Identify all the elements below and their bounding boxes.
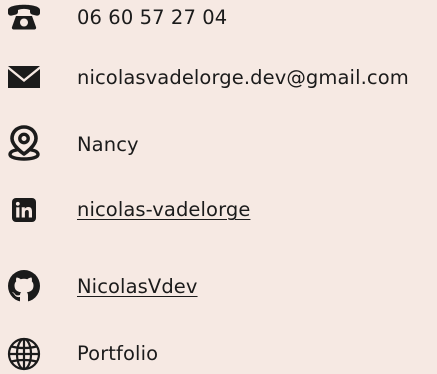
contact-github[interactable]: NicolasVdev [0, 266, 437, 306]
linkedin-icon[interactable] [6, 192, 42, 228]
globe-icon[interactable] [6, 336, 42, 372]
city: Nancy [77, 133, 139, 156]
map-pin-icon [6, 125, 42, 161]
github-icon[interactable] [6, 268, 42, 304]
phone-number: 06 60 57 27 04 [77, 6, 228, 29]
email-address: nicolasvadelorge.dev@gmail.com [77, 66, 409, 89]
contact-linkedin[interactable]: nicolas-vadelorge [0, 190, 437, 230]
contact-portfolio[interactable]: Portfolio [0, 334, 437, 374]
phone-icon [6, 0, 42, 34]
linkedin-link[interactable]: nicolas-vadelorge [77, 200, 250, 220]
envelope-icon [6, 59, 42, 95]
portfolio-link[interactable]: Portfolio [77, 344, 158, 364]
github-link[interactable]: NicolasVdev [77, 277, 198, 297]
contact-location: Nancy [0, 123, 437, 163]
contact-email: nicolasvadelorge.dev@gmail.com [0, 57, 437, 97]
contact-phone: 06 60 57 27 04 [0, 0, 437, 36]
